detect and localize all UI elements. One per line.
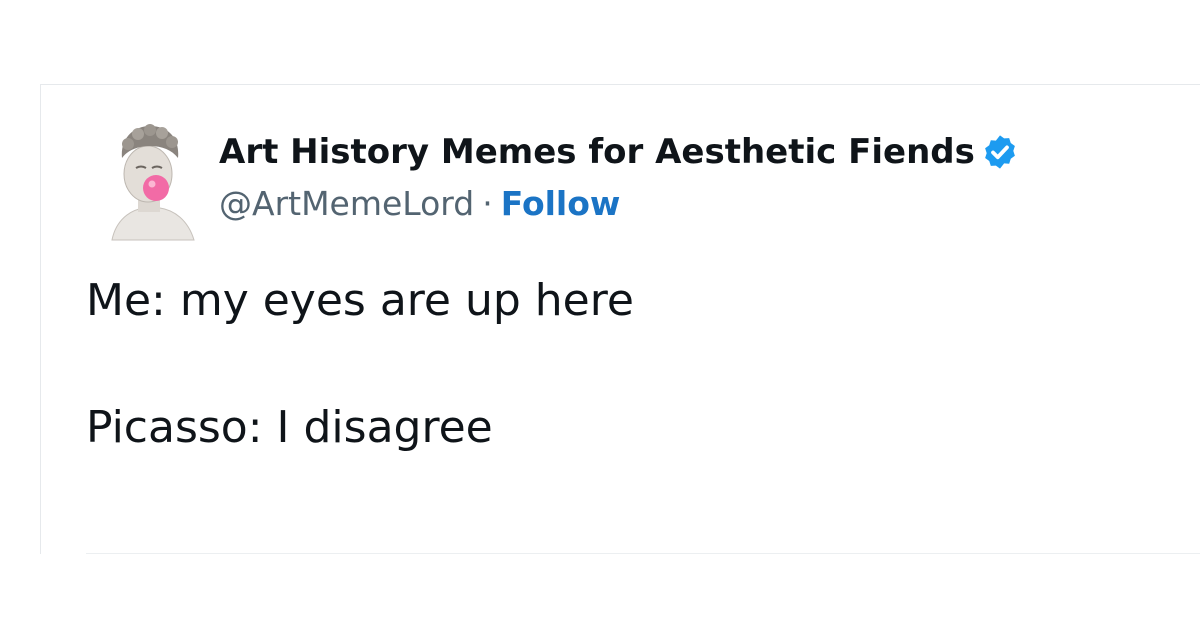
follow-button[interactable]: Follow xyxy=(501,184,621,223)
statue-avatar-icon xyxy=(111,124,195,241)
verified-badge-icon xyxy=(984,135,1015,169)
author-handle[interactable]: @ArtMemeLord xyxy=(219,184,474,223)
tweet-text-line-2: Picasso: I disagree xyxy=(86,402,493,453)
separator: · xyxy=(482,184,493,223)
author-name-row[interactable]: Art History Memes for Aesthetic Fiends xyxy=(219,130,1019,174)
avatar[interactable] xyxy=(102,112,198,244)
meta-line: @ArtMemeLord · Follow xyxy=(219,182,620,226)
divider xyxy=(86,553,1200,554)
author-name[interactable]: Art History Memes for Aesthetic Fiends xyxy=(219,130,975,174)
tweet-text-line-1: Me: my eyes are up here xyxy=(86,275,634,326)
